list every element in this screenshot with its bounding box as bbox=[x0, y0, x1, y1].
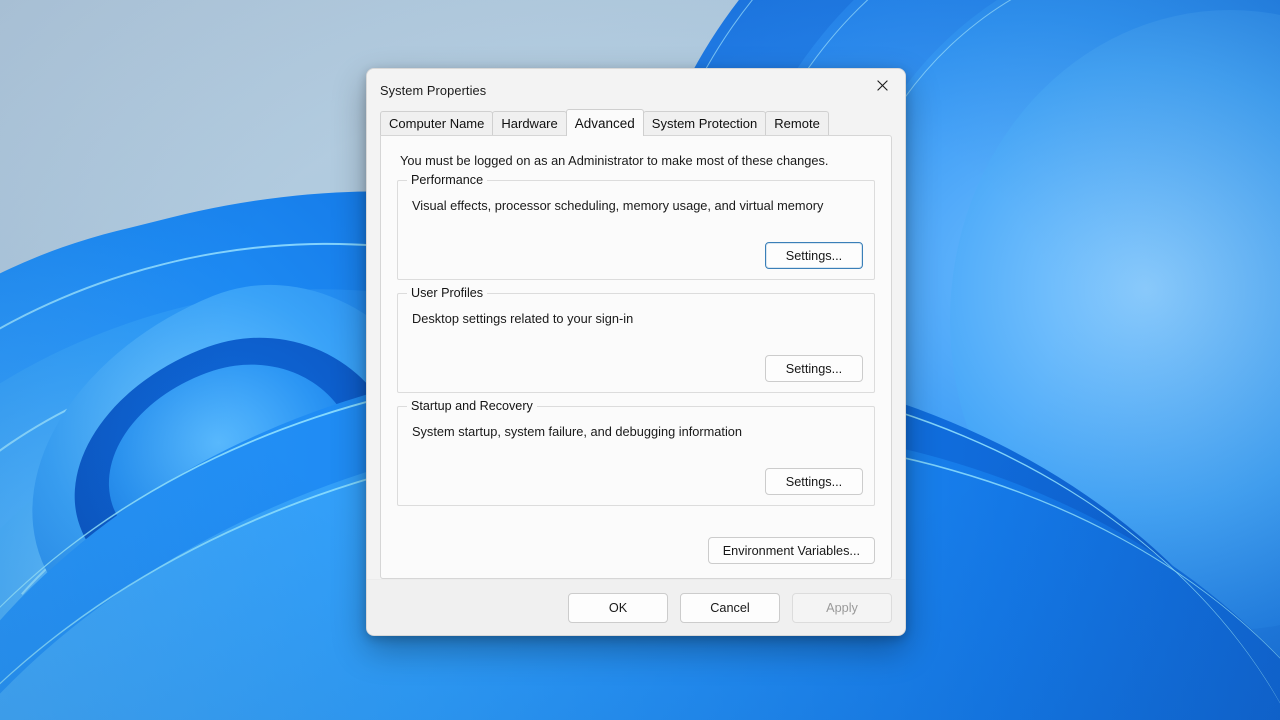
environment-variables-row: Environment Variables... bbox=[707, 537, 875, 564]
startup-recovery-button-row: Settings... bbox=[765, 468, 863, 495]
desktop-wallpaper: System Properties Computer Name Hardware… bbox=[0, 0, 1280, 720]
tab-system-protection[interactable]: System Protection bbox=[642, 111, 767, 135]
user-profiles-group: User Profiles Desktop settings related t… bbox=[397, 286, 875, 393]
dialog-titlebar[interactable]: System Properties bbox=[367, 69, 905, 111]
wallpaper-ring-4 bbox=[950, 10, 1280, 630]
ok-button[interactable]: OK bbox=[568, 592, 668, 623]
dialog-tabstrip: Computer Name Hardware Advanced System P… bbox=[367, 109, 905, 136]
performance-group-legend: Performance bbox=[407, 173, 488, 187]
performance-button-row: Settings... bbox=[765, 242, 863, 269]
tab-computer-name[interactable]: Computer Name bbox=[380, 111, 494, 135]
dialog-footer: OK Cancel Apply bbox=[367, 579, 905, 635]
tab-label: Remote bbox=[774, 116, 820, 131]
user-profiles-button-row: Settings... bbox=[765, 355, 863, 382]
system-properties-dialog: System Properties Computer Name Hardware… bbox=[366, 68, 906, 636]
tab-label: System Protection bbox=[651, 116, 758, 131]
cancel-button[interactable]: Cancel bbox=[680, 592, 780, 623]
tab-advanced[interactable]: Advanced bbox=[565, 109, 644, 136]
startup-recovery-group: Startup and Recovery System startup, sys… bbox=[397, 399, 875, 506]
tab-remote[interactable]: Remote bbox=[765, 111, 829, 135]
startup-recovery-group-legend: Startup and Recovery bbox=[407, 399, 537, 413]
close-icon[interactable] bbox=[859, 69, 905, 102]
tab-label: Advanced bbox=[574, 115, 635, 131]
wallpaper-swirl-3 bbox=[82, 335, 378, 590]
tab-label: Hardware bbox=[501, 116, 558, 131]
administrator-note: You must be logged on as an Administrato… bbox=[400, 153, 829, 168]
user-profiles-settings-button[interactable]: Settings... bbox=[765, 355, 863, 382]
dialog-title: System Properties bbox=[380, 82, 487, 98]
tab-label: Computer Name bbox=[389, 116, 485, 131]
performance-group: Performance Visual effects, processor sc… bbox=[397, 173, 875, 280]
user-profiles-group-legend: User Profiles bbox=[407, 286, 488, 300]
performance-settings-button[interactable]: Settings... bbox=[765, 242, 863, 269]
apply-button: Apply bbox=[792, 592, 892, 623]
environment-variables-button[interactable]: Environment Variables... bbox=[707, 537, 875, 564]
tab-hardware[interactable]: Hardware bbox=[492, 111, 567, 135]
startup-recovery-settings-button[interactable]: Settings... bbox=[765, 468, 863, 495]
advanced-tab-panel: You must be logged on as an Administrato… bbox=[380, 135, 892, 579]
